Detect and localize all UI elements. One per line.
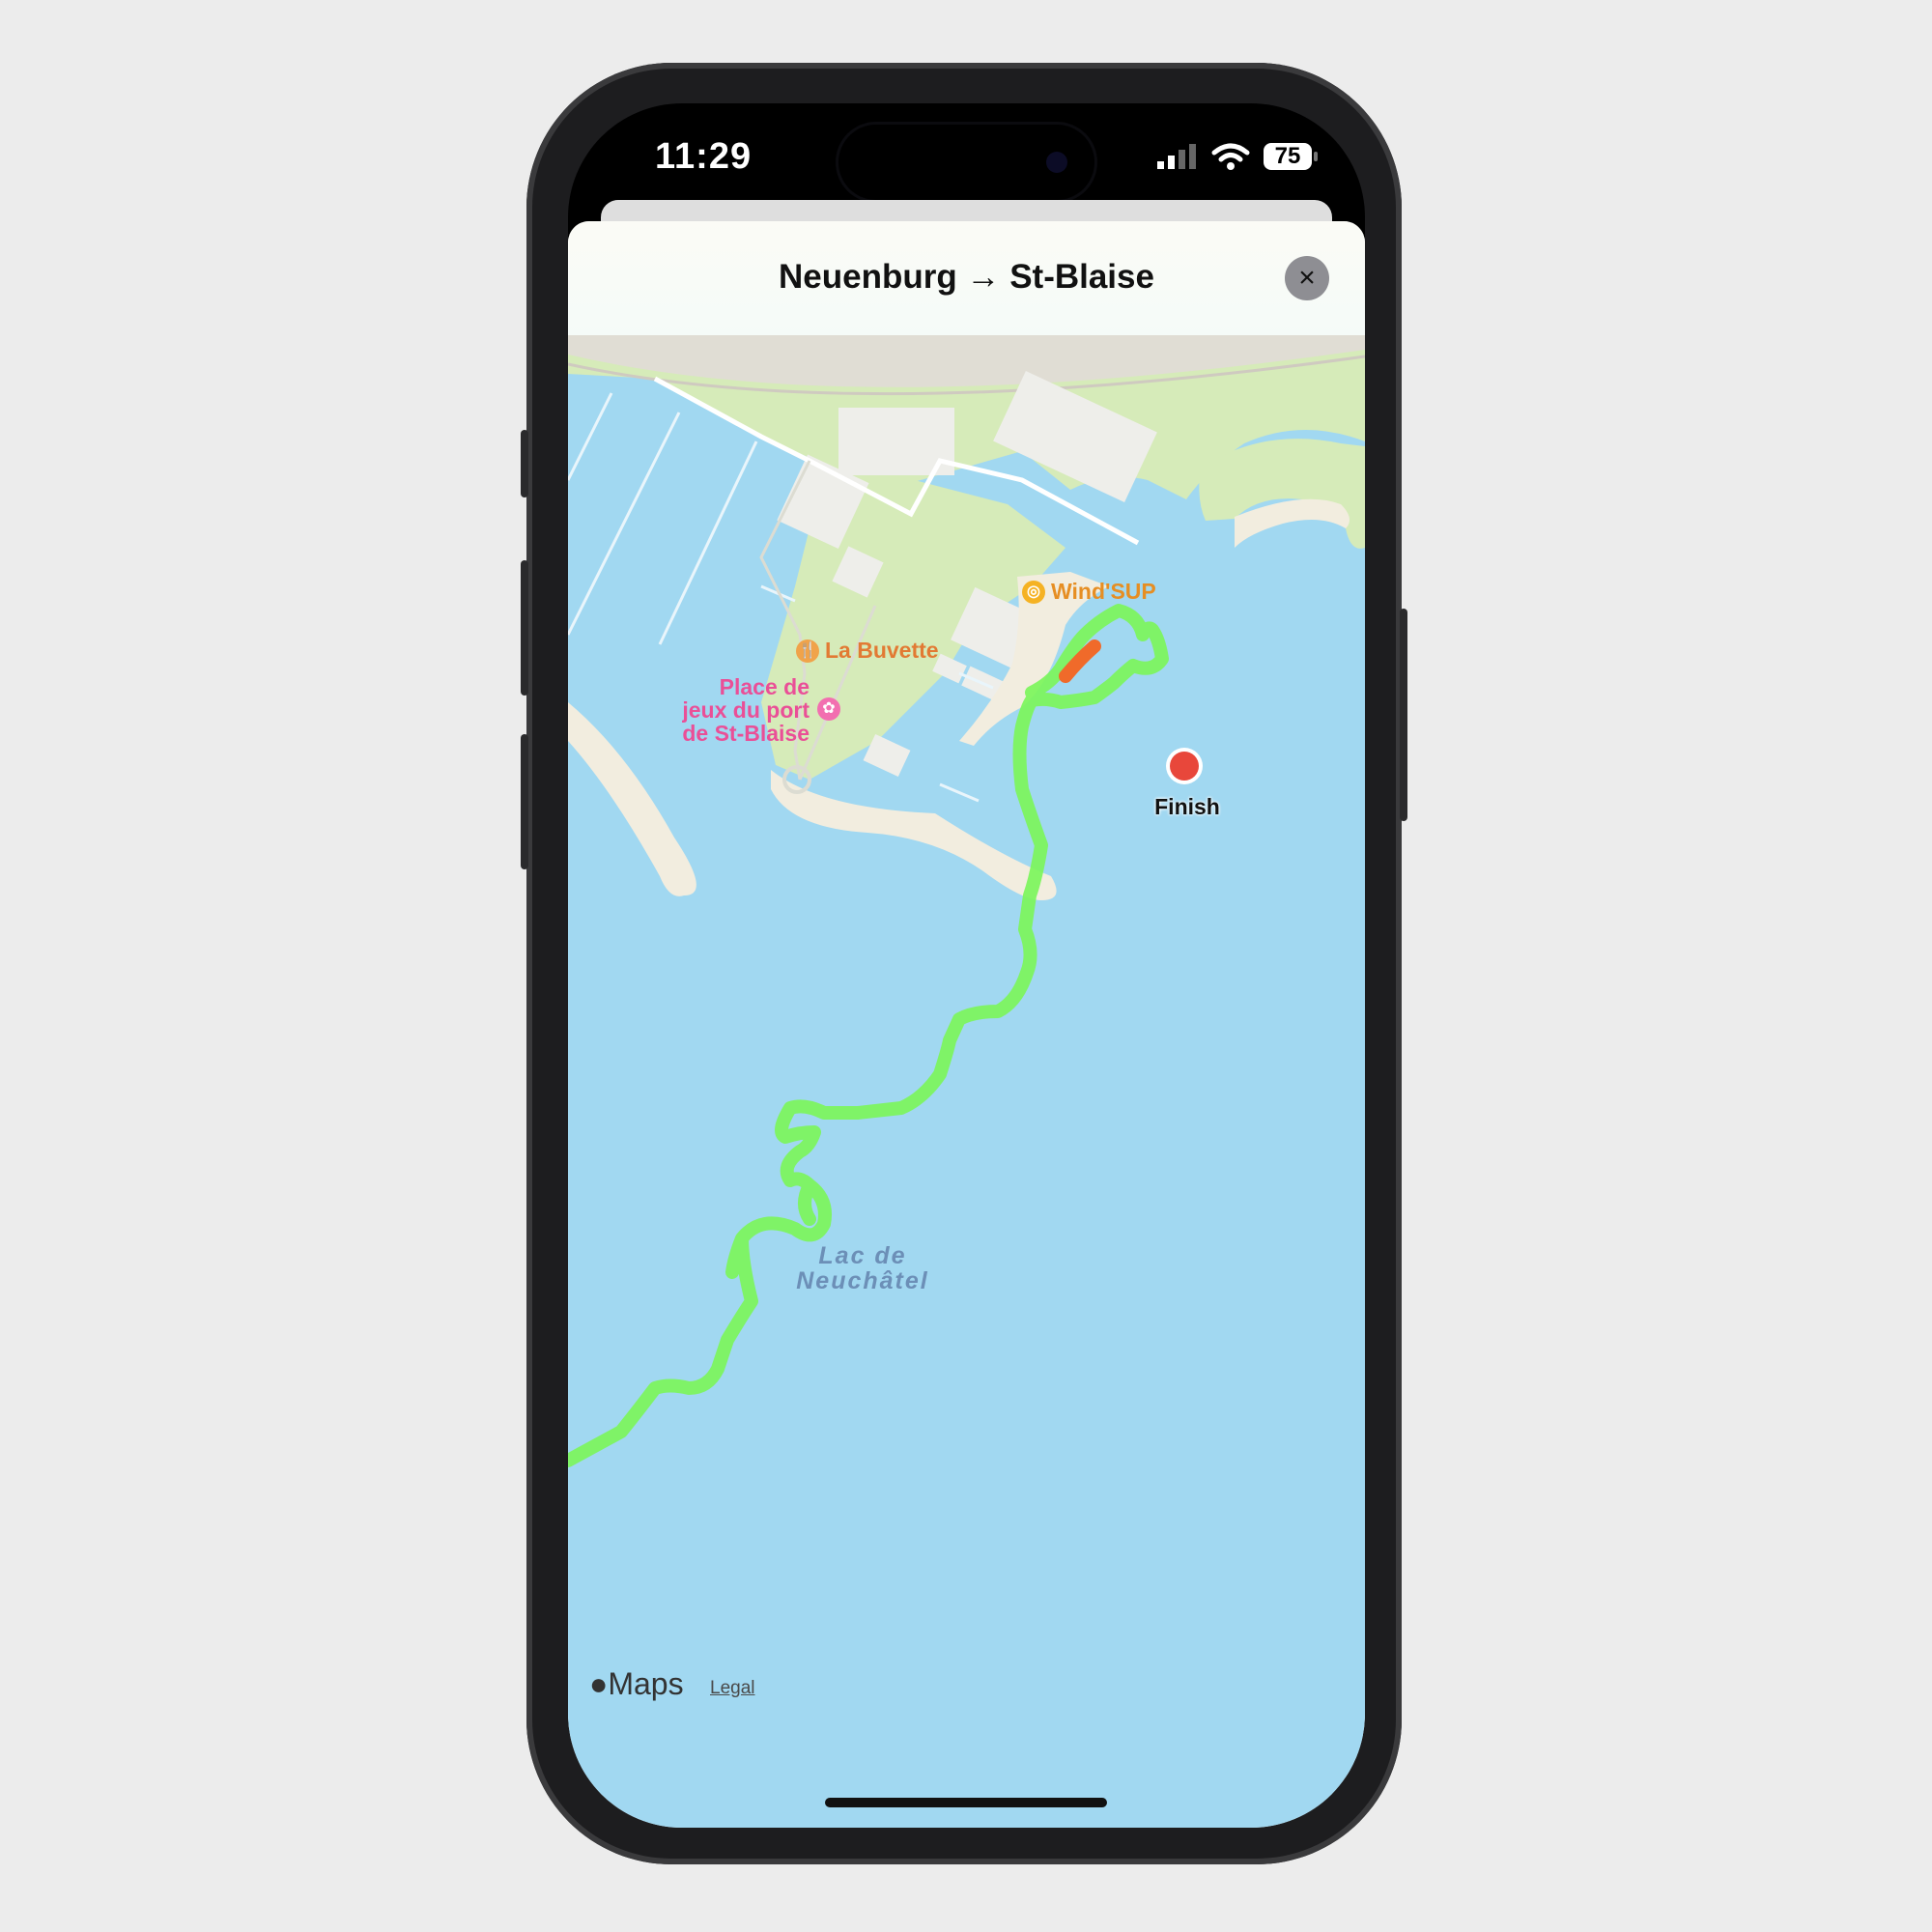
legal-link[interactable]: Legal <box>710 1678 755 1699</box>
wifi-icon <box>1211 143 1250 170</box>
sheet-header: Neuenburg → St-Blaise × <box>568 221 1365 336</box>
map-view[interactable]: ◎ Wind'SUP 🍴 La Buvette Place de jeux du… <box>568 335 1365 1828</box>
playground-icon[interactable]: ✿ <box>817 697 840 721</box>
poi-windsup[interactable]: ◎ Wind'SUP <box>1022 579 1156 605</box>
home-indicator[interactable] <box>825 1798 1107 1807</box>
breakwater-south <box>771 770 1057 900</box>
activity-icon: ◎ <box>1022 580 1045 604</box>
phone-screen: 11:29 75 Neuenburg → St-Blaise × ◎ Wind'… <box>568 103 1365 1828</box>
poi-playground-label-3: de St-Blaise <box>682 721 810 746</box>
apple-logo-icon: ● <box>589 1666 609 1701</box>
poi-windsup-label: Wind'SUP <box>1051 579 1156 604</box>
land-northeast <box>1199 439 1365 549</box>
battery-icon: 75 <box>1264 143 1318 170</box>
battery-level: 75 <box>1274 143 1301 169</box>
status-bar: 11:29 75 <box>568 103 1365 210</box>
close-icon: × <box>1298 262 1316 294</box>
poi-buvette-label: La Buvette <box>825 638 939 663</box>
volume-up-button <box>521 560 528 696</box>
camera-icon <box>1046 152 1067 173</box>
lake-label: Lac de Neuchâtel <box>781 1243 945 1293</box>
route-sheet: Neuenburg → St-Blaise × ◎ Wind'SUP 🍴 La … <box>568 221 1365 1828</box>
poi-buvette[interactable]: 🍴 La Buvette <box>796 638 939 664</box>
close-button[interactable]: × <box>1285 256 1329 300</box>
restaurant-icon: 🍴 <box>796 639 819 663</box>
volume-down-button <box>521 734 528 869</box>
finish-pin[interactable] <box>1170 752 1199 781</box>
status-icons: 75 <box>1155 142 1318 171</box>
power-button <box>1400 609 1407 821</box>
action-button <box>521 430 528 497</box>
lake-label-1: Lac de <box>818 1242 907 1269</box>
beach <box>1235 498 1350 548</box>
poi-playground[interactable]: Place de jeux du port de St-Blaise <box>636 675 810 745</box>
map-base <box>568 335 1365 1467</box>
apple-maps-logo: ●Maps <box>589 1666 684 1702</box>
poi-playground-label-2: jeux du port <box>682 697 810 723</box>
status-time: 11:29 <box>655 136 753 177</box>
dynamic-island <box>838 125 1094 200</box>
lake-label-2: Neuchâtel <box>796 1267 929 1294</box>
cellular-signal-icon <box>1157 144 1196 169</box>
finish-label: Finish <box>1154 794 1220 819</box>
maps-wordmark: Maps <box>608 1666 684 1701</box>
poi-playground-label-1: Place de <box>719 674 810 699</box>
sheet-title: Neuenburg → St-Blaise <box>779 258 1154 296</box>
